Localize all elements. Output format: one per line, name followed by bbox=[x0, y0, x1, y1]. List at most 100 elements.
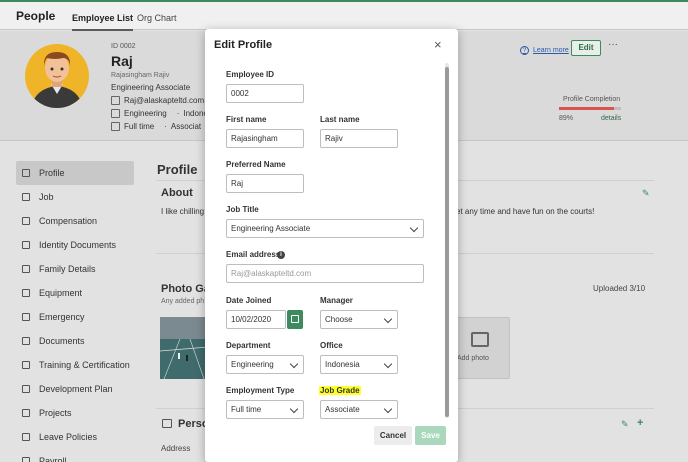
edit-profile-modal: Edit Profile × Employee ID 0002 First na… bbox=[205, 29, 458, 462]
chevron-down-icon bbox=[289, 404, 299, 414]
department-text: Engineering bbox=[124, 109, 167, 118]
info-icon[interactable]: i bbox=[277, 251, 285, 259]
sidebar-item-payroll[interactable]: Payroll bbox=[16, 449, 134, 462]
sidebar-item-label: Job bbox=[39, 192, 54, 202]
address-label: Address bbox=[161, 444, 191, 453]
sidebar-item-documents[interactable]: Documents bbox=[16, 329, 134, 353]
phone-icon bbox=[22, 313, 30, 321]
sidebar-item-development-plan[interactable]: Development Plan bbox=[16, 377, 134, 401]
document-icon bbox=[22, 337, 30, 345]
employment-type-value: Full time bbox=[231, 405, 262, 414]
modal-title: Edit Profile bbox=[214, 39, 273, 51]
employment-type-select[interactable]: Full time bbox=[226, 400, 304, 419]
employee-id-input[interactable]: 0002 bbox=[226, 84, 304, 103]
profile-completion-percent: 89% bbox=[559, 115, 574, 122]
tab-org-chart[interactable]: Org Chart bbox=[137, 13, 177, 23]
add-personal-plus-icon[interactable]: + bbox=[637, 417, 643, 429]
badminton-court-photo bbox=[160, 317, 208, 379]
office-pin-icon: · bbox=[176, 109, 180, 118]
briefcase-icon bbox=[22, 193, 30, 201]
sidebar-item-label: Payroll bbox=[39, 456, 67, 462]
chevron-down-icon bbox=[383, 404, 393, 414]
sidebar-item-label: Development Plan bbox=[39, 384, 113, 394]
profile-side-nav: Profile Job Compensation Identity Documents… bbox=[16, 161, 134, 462]
sidebar-item-equipment[interactable]: Equipment bbox=[16, 281, 134, 305]
sidebar-item-profile[interactable]: Profile bbox=[16, 161, 134, 185]
sidebar-item-label: Training & Certification bbox=[39, 360, 130, 370]
job-title-select[interactable]: Engineering Associate bbox=[226, 219, 424, 238]
edit-about-pencil-icon[interactable]: ✎ bbox=[642, 188, 650, 199]
profile-completion-fill bbox=[559, 107, 615, 110]
last-name-input[interactable]: Rajiv bbox=[320, 129, 398, 148]
close-icon[interactable]: × bbox=[434, 37, 442, 52]
help-icon: ? bbox=[520, 46, 529, 55]
sidebar-item-label: Projects bbox=[39, 408, 72, 418]
chevron-down-icon bbox=[383, 314, 393, 324]
manager-select[interactable]: Choose bbox=[320, 310, 398, 329]
gallery-photo[interactable] bbox=[160, 317, 208, 379]
person-icon bbox=[22, 169, 30, 177]
laptop-icon bbox=[22, 289, 30, 297]
job-title-value: Engineering Associate bbox=[231, 224, 311, 233]
sidebar-item-label: Emergency bbox=[39, 312, 85, 322]
department-select[interactable]: Engineering bbox=[226, 355, 304, 374]
sidebar-item-family-details[interactable]: Family Details bbox=[16, 257, 134, 281]
employment-row: Full time · Associat bbox=[111, 122, 201, 131]
office-select[interactable]: Indonesia bbox=[320, 355, 398, 374]
add-photo-label: Add photo bbox=[457, 355, 489, 362]
edit-profile-button[interactable]: Edit bbox=[571, 40, 601, 56]
grade-text: Associat bbox=[170, 122, 202, 131]
edit-personal-pencil-icon[interactable]: ✎ bbox=[621, 419, 629, 430]
employee-id: ID 0002 bbox=[111, 43, 136, 50]
tab-employee-list[interactable]: Employee List bbox=[72, 13, 134, 31]
photo-gallery-title: Photo Ga bbox=[161, 283, 210, 295]
email-row: Raj@alaskapteltd.com bbox=[111, 96, 204, 105]
learn-more-label: Learn more bbox=[533, 47, 569, 54]
employment-text: Full time bbox=[124, 122, 155, 131]
cancel-button[interactable]: Cancel bbox=[374, 426, 412, 445]
modal-scrollbar[interactable] bbox=[445, 67, 449, 417]
image-icon bbox=[471, 332, 489, 347]
chevron-down-icon bbox=[289, 359, 299, 369]
sidebar-item-emergency[interactable]: Emergency bbox=[16, 305, 134, 329]
photo-gallery-subtitle: Any added ph bbox=[161, 298, 205, 305]
manager-value: Choose bbox=[325, 315, 353, 324]
chevron-down-icon bbox=[383, 359, 393, 369]
date-joined-input[interactable]: 10/02/2020 bbox=[226, 310, 286, 329]
job-grade-select[interactable]: Associate bbox=[320, 400, 398, 419]
learn-more-link[interactable]: ? Learn more bbox=[520, 46, 569, 55]
top-bar: People Employee List Org Chart bbox=[0, 0, 688, 31]
app-brand: People bbox=[16, 9, 56, 23]
chevron-down-icon bbox=[409, 223, 419, 233]
separator-dot: · bbox=[164, 122, 167, 131]
sidebar-item-job[interactable]: Job bbox=[16, 185, 134, 209]
section-title: Profile bbox=[157, 162, 198, 177]
sidebar-item-training-certification[interactable]: Training & Certification bbox=[16, 353, 134, 377]
sidebar-item-label: Documents bbox=[39, 336, 85, 346]
first-name-input[interactable]: Rajasingham bbox=[226, 129, 304, 148]
about-text-start: I like chilling bbox=[161, 207, 205, 216]
sidebar-item-compensation[interactable]: Compensation bbox=[16, 209, 134, 233]
date-picker-button[interactable] bbox=[287, 310, 303, 329]
employee-id-label: Employee ID bbox=[226, 70, 275, 79]
preferred-name-input[interactable]: Raj bbox=[226, 174, 304, 193]
uploaded-count: Uploaded 3/10 bbox=[593, 284, 646, 293]
calendar-icon bbox=[111, 122, 120, 131]
more-options-icon[interactable]: ··· bbox=[608, 39, 618, 50]
email-input[interactable]: Raj@alaskapteltd.com bbox=[226, 264, 424, 283]
sidebar-item-leave-policies[interactable]: Leave Policies bbox=[16, 425, 134, 449]
sidebar-item-label: Identity Documents bbox=[39, 240, 117, 250]
profile-completion-label: Profile Completion bbox=[563, 96, 621, 103]
mail-icon bbox=[111, 96, 120, 105]
department-label: Department bbox=[226, 341, 271, 350]
manager-label: Manager bbox=[320, 296, 353, 305]
date-joined-label: Date Joined bbox=[226, 296, 272, 305]
save-button[interactable]: Save bbox=[415, 426, 446, 445]
profile-completion-bar bbox=[559, 107, 621, 110]
profile-completion-details-link[interactable]: details bbox=[601, 115, 621, 122]
sidebar-item-identity-documents[interactable]: Identity Documents bbox=[16, 233, 134, 257]
sidebar-item-label: Leave Policies bbox=[39, 432, 98, 442]
sidebar-item-projects[interactable]: Projects bbox=[16, 401, 134, 425]
sidebar-item-label: Equipment bbox=[39, 288, 83, 298]
first-name-label: First name bbox=[226, 115, 267, 124]
